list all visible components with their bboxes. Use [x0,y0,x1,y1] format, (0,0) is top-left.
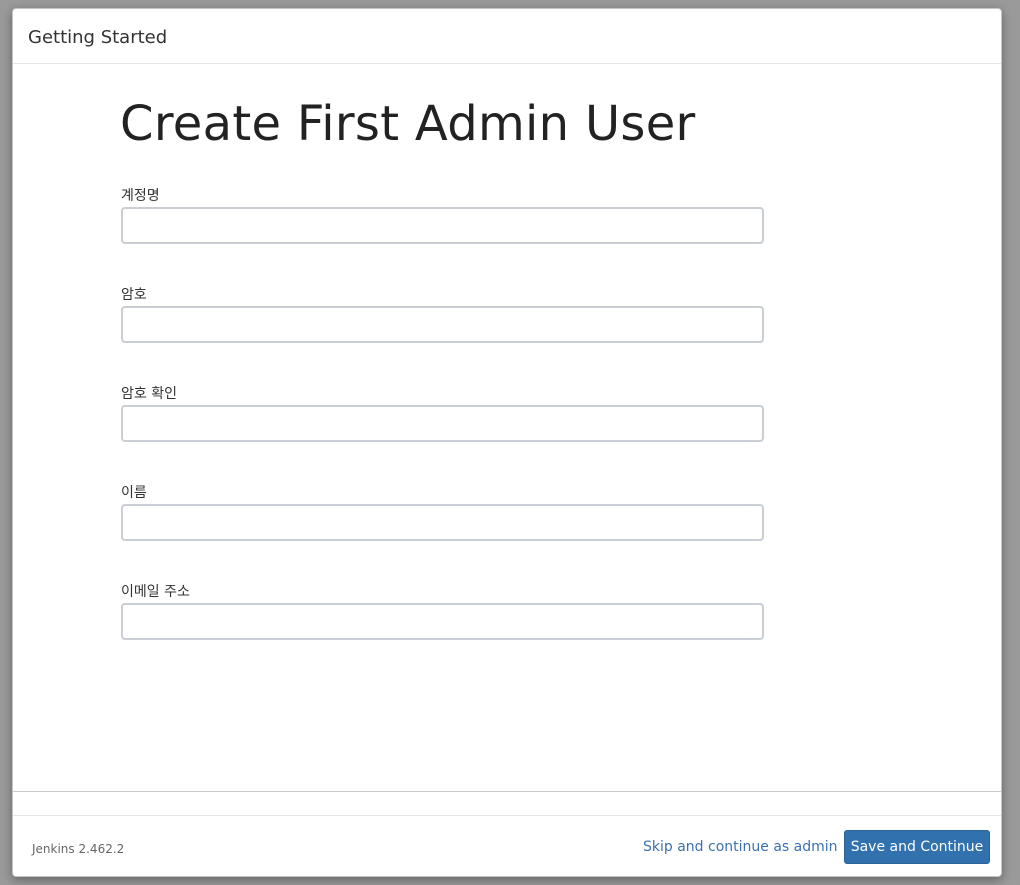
dialog-body: Create First Admin User 계정명 암호 암호 확인 이름 … [13,64,1001,791]
password-confirm-field[interactable] [121,405,764,442]
footer-divider [13,791,1001,792]
version-label: Jenkins 2.462.2 [32,842,125,856]
username-field[interactable] [121,207,764,244]
password-confirm-label: 암호 확인 [121,386,177,402]
fullname-label: 이름 [121,485,147,501]
dialog-title: Getting Started [28,27,168,48]
username-label: 계정명 [121,188,160,204]
password-label: 암호 [121,287,147,303]
page-title: Create First Admin User [120,96,696,152]
dialog-footer: Jenkins 2.462.2 Skip and continue as adm… [13,815,1001,876]
password-field[interactable] [121,306,764,343]
setup-wizard-dialog: Getting Started Create First Admin User … [12,8,1002,877]
skip-and-continue-link[interactable]: Skip and continue as admin [643,839,838,855]
dialog-header: Getting Started [13,9,1001,64]
email-field[interactable] [121,603,764,640]
email-label: 이메일 주소 [121,584,190,600]
save-and-continue-button[interactable]: Save and Continue [844,830,990,864]
fullname-field[interactable] [121,504,764,541]
